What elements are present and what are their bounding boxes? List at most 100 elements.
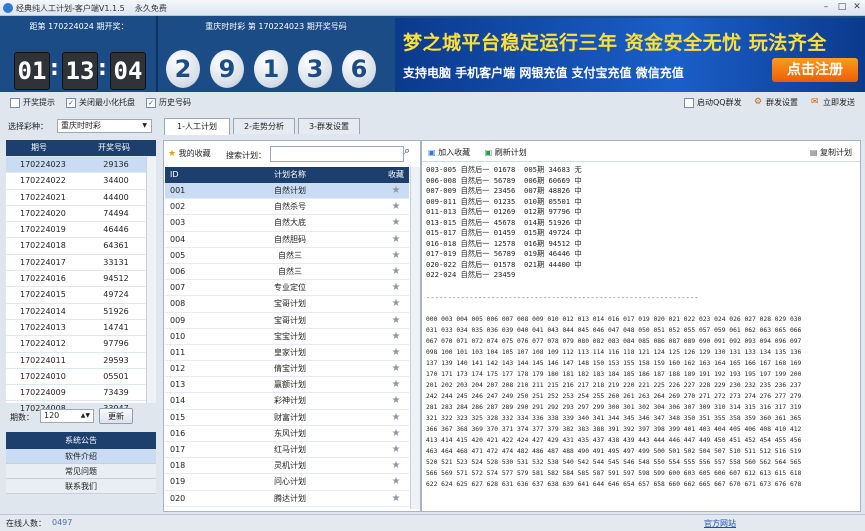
table-row[interactable]: 017 红马计划 ★ <box>165 442 409 459</box>
register-button[interactable]: 点击注册 <box>772 58 858 82</box>
table-row[interactable]: 008 宝哥计划 ★ <box>165 296 409 313</box>
table-row[interactable]: 170224019 46446 <box>6 222 146 239</box>
table-row[interactable]: 020 腾达计划 ★ <box>165 491 409 507</box>
copy-plan-button[interactable]: 复制计划 <box>820 148 852 157</box>
star-icon[interactable]: ★ <box>383 410 409 425</box>
table-row[interactable]: 170224021 44400 <box>6 190 146 206</box>
table-row[interactable]: 007 专业定位 ★ <box>165 280 409 297</box>
star-icon[interactable]: ★ <box>383 507 409 510</box>
period-stepper[interactable]: 120 ▲▼ <box>40 409 94 423</box>
plan-panel: ★ 我的收藏 搜索计划： ⌕ ID 计划名称 收藏 001 自然计划 ★ 002 自然杀… <box>163 140 421 512</box>
table-row[interactable]: 006 自然三 ★ <box>165 264 409 281</box>
table-row[interactable]: 170224011 29593 <box>6 353 146 369</box>
maximize-icon[interactable]: □ <box>836 2 848 13</box>
star-icon[interactable]: ★ <box>383 442 409 457</box>
star-icon[interactable]: ★ <box>383 248 409 263</box>
table-row[interactable]: 014 彩神计划 ★ <box>165 393 409 410</box>
nav-software-intro[interactable]: 软件介绍 <box>6 449 156 464</box>
table-row[interactable]: 012 倩宝计划 ★ <box>165 361 409 378</box>
close-icon[interactable]: ✕ <box>851 2 863 13</box>
table-row[interactable]: 170224013 14741 <box>6 320 146 337</box>
star-icon[interactable]: ★ <box>383 345 409 360</box>
star-icon[interactable]: ★ <box>383 474 409 489</box>
plan-name: 宝哥计划 <box>274 315 306 325</box>
plan-name: 倩宝计划 <box>274 364 306 374</box>
draw-table-scrollbar[interactable] <box>146 157 156 403</box>
add-favorite-button[interactable]: 加入收藏 <box>438 148 470 157</box>
plan-line: 013-015 自然后一 45678 014期 51926 中 <box>426 217 582 227</box>
star-icon[interactable]: ★ <box>383 183 409 198</box>
table-row[interactable]: 170224015 49724 <box>6 287 146 304</box>
send-now-link[interactable]: 立即发送 <box>823 97 855 108</box>
plan-id: 003 <box>170 218 186 228</box>
minimize-tray-checkbox[interactable]: ✓ <box>66 98 76 108</box>
table-row[interactable]: 170224012 97796 <box>6 336 146 353</box>
table-row[interactable]: 013 赢额计划 ★ <box>165 377 409 394</box>
star-icon[interactable]: ★ <box>383 393 409 408</box>
group-settings-link[interactable]: 群发设置 <box>766 97 798 108</box>
star-icon[interactable]: ★ <box>383 296 409 311</box>
issue-number: 170224021 <box>20 192 66 202</box>
plan-id: 016 <box>170 428 186 438</box>
last-draw-label: 重庆时时彩 第 170224023 期开奖号码 <box>205 22 347 31</box>
ad-banner[interactable]: 梦之城平台稳定运行三年 资金安全无忧 玩法齐全 支持电脑 手机客户端 网银充值 … <box>395 18 865 92</box>
minimize-icon[interactable]: – <box>820 2 832 13</box>
lottery-select[interactable]: 重庆时时彩 ▼ <box>57 119 152 133</box>
plan-table-scrollbar[interactable] <box>410 167 420 509</box>
nav-faq[interactable]: 常见问题 <box>6 464 156 479</box>
nav-contact[interactable]: 联系我们 <box>6 479 156 494</box>
table-row[interactable]: 010 宝宝计划 ★ <box>165 329 409 345</box>
table-row[interactable]: 001 自然计划 ★ <box>165 183 409 200</box>
star-icon[interactable]: ★ <box>383 313 409 328</box>
history-checkbox[interactable]: ✓ <box>146 98 156 108</box>
star-icon[interactable]: ★ <box>383 361 409 376</box>
table-row[interactable]: 018 灵机计划 ★ <box>165 458 409 475</box>
star-icon[interactable]: ★ <box>383 458 409 473</box>
number-line: 201 202 203 204 207 208 210 211 215 216 … <box>426 382 802 389</box>
refresh-plan-button[interactable]: 刷新计划 <box>495 148 527 157</box>
favorites-button[interactable]: 我的收藏 <box>179 149 211 158</box>
star-icon[interactable]: ★ <box>383 264 409 279</box>
star-icon[interactable]: ★ <box>383 491 409 506</box>
plan-line: 020-022 自然后一 01578 021期 44400 中 <box>426 259 582 269</box>
star-icon[interactable]: ★ <box>383 215 409 230</box>
search-input[interactable] <box>270 146 404 162</box>
tab-trend-analysis[interactable]: 2-走势分析 <box>233 118 295 134</box>
star-icon[interactable]: ★ <box>383 377 409 392</box>
tab-broadcast-settings[interactable]: 3-群发设置 <box>298 118 360 134</box>
refresh-button[interactable]: 更新 <box>99 408 133 424</box>
table-row[interactable]: 011 皇家计划 ★ <box>165 345 409 362</box>
history-label: 历史号码 <box>159 98 191 107</box>
star-icon[interactable]: ★ <box>383 426 409 441</box>
table-row[interactable]: 170224014 51926 <box>6 304 146 320</box>
table-row[interactable]: 170224010 05501 <box>6 369 146 386</box>
table-row[interactable]: 003 自然大底 ★ <box>165 215 409 232</box>
table-row[interactable]: 170224017 33131 <box>6 255 146 272</box>
table-row[interactable]: 170224016 94512 <box>6 271 146 288</box>
qq-broadcast-checkbox[interactable] <box>684 98 694 108</box>
table-row[interactable]: 170224009 73439 <box>6 385 146 402</box>
table-row[interactable]: 009 宝哥计划 ★ <box>165 313 409 329</box>
search-icon[interactable]: ⌕ <box>404 144 410 158</box>
table-row[interactable]: 016 东风计划 ★ <box>165 426 409 442</box>
draw-alert-checkbox[interactable] <box>10 98 20 108</box>
star-icon[interactable]: ★ <box>383 329 409 344</box>
number-line: 137 139 140 141 142 143 144 145 146 147 … <box>426 360 802 367</box>
table-row[interactable]: 004 自然胆码 ★ <box>165 232 409 248</box>
table-row[interactable]: 170224020 74494 <box>6 206 146 223</box>
official-site-link[interactable]: 官方网站 <box>704 518 736 529</box>
table-row[interactable]: 021补天计划★ <box>165 507 409 510</box>
table-row[interactable]: 005 自然三 ★ <box>165 248 409 264</box>
draw-table-header: 期号 开奖号码 <box>6 140 156 156</box>
table-row[interactable]: 002 自然杀号 ★ <box>165 199 409 216</box>
star-icon[interactable]: ★ <box>383 199 409 214</box>
star-icon[interactable]: ★ <box>383 280 409 295</box>
tab-manual-plan[interactable]: 1-人工计划 <box>164 118 230 135</box>
table-row[interactable]: 170224018 64361 <box>6 238 146 255</box>
table-row[interactable]: 170224022 34400 <box>6 173 146 190</box>
star-icon[interactable]: ★ <box>383 232 409 247</box>
number-pool-text: 000 003 004 005 006 007 008 009 010 012 … <box>426 314 858 490</box>
table-row[interactable]: 170224023 29136 <box>6 157 146 174</box>
table-row[interactable]: 015 财富计划 ★ <box>165 410 409 426</box>
table-row[interactable]: 019 问心计划 ★ <box>165 474 409 491</box>
